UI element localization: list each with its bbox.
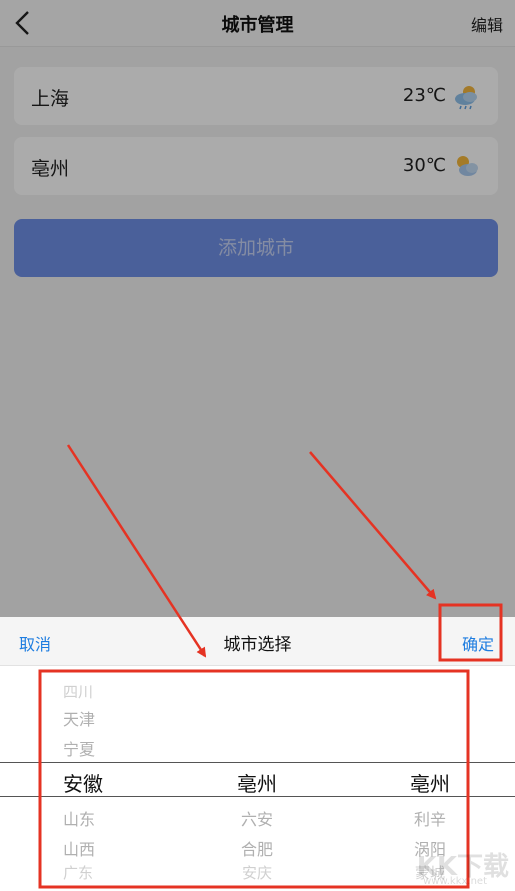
- province-wheel[interactable]: 四川 天津 宁夏 安徽 山东 山西 广东: [40, 665, 130, 891]
- province-option[interactable]: 四川: [40, 681, 130, 702]
- province-option[interactable]: 山东: [40, 806, 130, 830]
- watermark-url: www.kkx.net: [423, 876, 487, 887]
- confirm-button[interactable]: 确定: [462, 631, 494, 655]
- city-wheel[interactable]: 亳州 六安 合肥 安庆: [207, 665, 307, 891]
- province-option[interactable]: 山西: [40, 836, 130, 860]
- city-option[interactable]: 合肥: [207, 836, 307, 860]
- district-option[interactable]: 利辛: [380, 806, 480, 830]
- province-option[interactable]: 宁夏: [40, 736, 130, 760]
- district-option-selected[interactable]: 亳州: [380, 768, 480, 797]
- province-option[interactable]: 广东: [40, 862, 130, 883]
- city-option[interactable]: 六安: [207, 806, 307, 830]
- picker-title: 城市选择: [223, 635, 292, 655]
- province-option[interactable]: 天津: [40, 706, 130, 730]
- province-option-selected[interactable]: 安徽: [40, 768, 130, 797]
- city-option-selected[interactable]: 亳州: [207, 768, 307, 797]
- picker-header: 取消 城市选择 确定: [0, 617, 515, 666]
- city-option[interactable]: 安庆: [207, 862, 307, 883]
- modal-backdrop[interactable]: [0, 0, 515, 617]
